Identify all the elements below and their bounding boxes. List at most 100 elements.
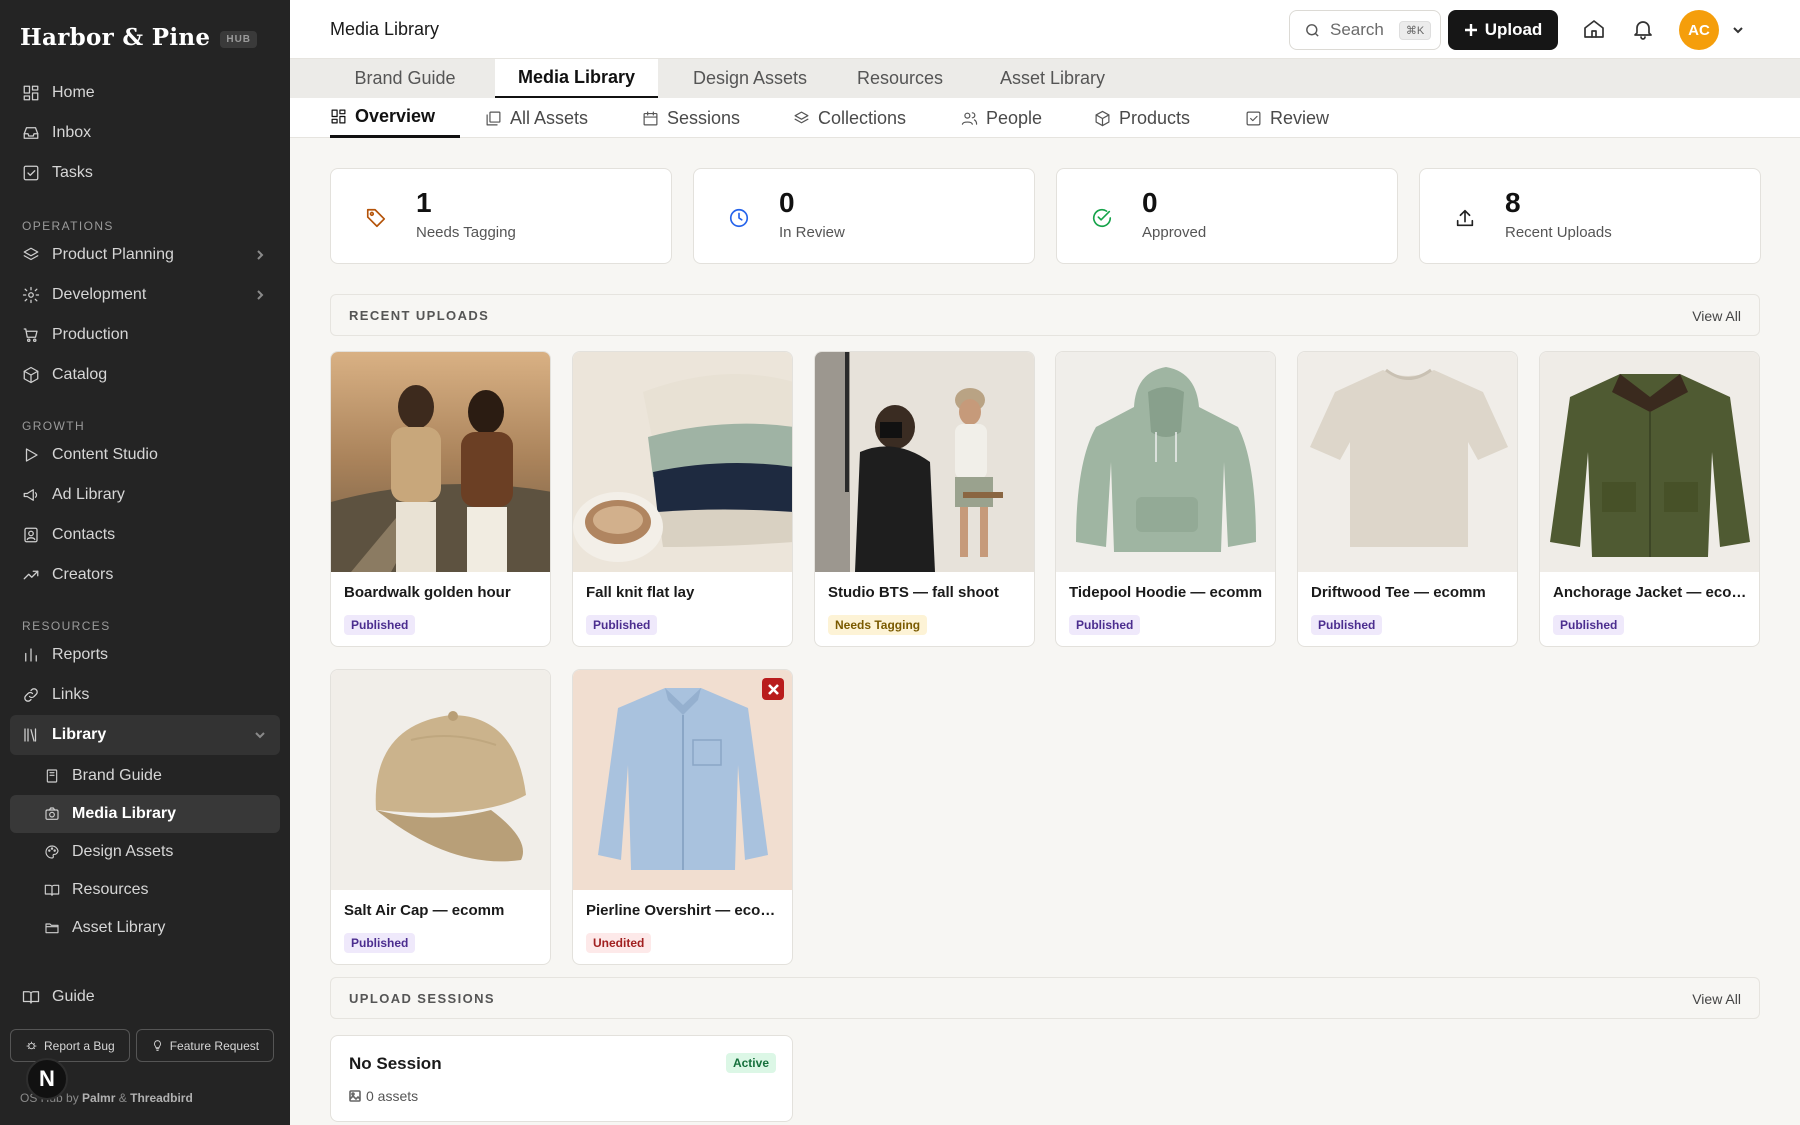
sidebar-subitem-label: Design Assets xyxy=(72,843,174,860)
top-bar: Media Library Search ⌘K Upload AC xyxy=(290,0,1800,59)
view-all-link[interactable]: View All xyxy=(1692,308,1741,324)
subtab-collections[interactable]: Collections xyxy=(793,98,906,138)
sidebar-item-catalog[interactable]: Catalog xyxy=(10,355,280,395)
sidebar-item-development[interactable]: Development xyxy=(10,275,280,315)
stat-card-needs-tagging[interactable]: 1 Needs Tagging xyxy=(330,168,672,264)
asset-card[interactable]: Salt Air Cap — ecomm Published xyxy=(330,669,551,965)
sidebar-subitem-media-library[interactable]: Media Library xyxy=(10,795,280,833)
report-bug-button[interactable]: Report a Bug xyxy=(10,1029,130,1062)
library-icon xyxy=(22,726,40,744)
stat-card-approved[interactable]: 0 Approved xyxy=(1056,168,1398,264)
tab-design-assets[interactable]: Design Assets xyxy=(675,59,825,98)
sidebar-item-label: Links xyxy=(52,686,90,703)
report-bug-label: Report a Bug xyxy=(44,1038,115,1053)
sidebar-subitem-asset-library[interactable]: Asset Library xyxy=(10,909,280,947)
sidebar-footer-buttons: Report a Bug Feature Request xyxy=(10,1029,275,1062)
sidebar-item-home[interactable]: Home xyxy=(10,73,280,113)
sidebar-item-ad-library[interactable]: Ad Library xyxy=(10,475,280,515)
home-icon[interactable] xyxy=(1582,17,1606,41)
tab-resources[interactable]: Resources xyxy=(840,59,960,98)
asset-card[interactable]: Pierline Overshirt — ecomm Unedited xyxy=(572,669,793,965)
avatar[interactable]: AC xyxy=(1679,10,1719,50)
asset-card[interactable]: Anchorage Jacket — ecomm Published xyxy=(1539,351,1760,647)
sidebar-item-label: Content Studio xyxy=(52,446,158,463)
clock-icon xyxy=(728,207,750,229)
contact-icon xyxy=(22,526,40,544)
dashboard-icon xyxy=(22,84,40,102)
view-all-link[interactable]: View All xyxy=(1692,991,1741,1007)
page-title: Media Library xyxy=(330,19,440,39)
image-icon xyxy=(349,1090,361,1102)
stat-card-in-review[interactable]: 0 In Review xyxy=(693,168,1035,264)
sidebar-item-library[interactable]: Library xyxy=(10,715,280,755)
sidebar-item-label: Development xyxy=(52,286,147,303)
asset-thumbnail xyxy=(1298,352,1517,572)
asset-card[interactable]: Boardwalk golden hour Published xyxy=(330,351,551,647)
library-tabs: Brand Guide Media Library Design Assets … xyxy=(290,59,1800,98)
tag-icon xyxy=(365,207,387,229)
session-card[interactable]: No Session Active 0 assets xyxy=(330,1035,793,1122)
sidebar-item-label: Ad Library xyxy=(52,486,125,503)
status-badge: Active xyxy=(725,1053,776,1073)
sub-tabs: Overview All Assets Sessions Collections… xyxy=(290,98,1800,138)
sidebar-item-content-studio[interactable]: Content Studio xyxy=(10,435,280,475)
checkbox-icon xyxy=(22,164,40,182)
asset-name: Anchorage Jacket — ecomm xyxy=(1553,584,1751,601)
subtab-label: All Assets xyxy=(510,107,589,128)
sidebar: Harbor & Pine HUB Home Inbox Tasks OPERA… xyxy=(0,0,290,1125)
status-badge: Published xyxy=(344,933,416,953)
subtab-label: Collections xyxy=(818,107,907,128)
subtab-label: Review xyxy=(1270,107,1330,128)
feature-request-button[interactable]: Feature Request xyxy=(135,1029,275,1062)
sidebar-subitem-brand-guide[interactable]: Brand Guide xyxy=(10,757,280,795)
asset-thumbnail xyxy=(331,670,550,890)
tab-media-library[interactable]: Media Library xyxy=(495,59,658,98)
upload-label: Upload xyxy=(1484,20,1543,39)
asset-card[interactable]: Tidepool Hoodie — ecomm Published xyxy=(1055,351,1276,647)
subtab-overview[interactable]: Overview xyxy=(330,98,460,138)
sidebar-item-links[interactable]: Links xyxy=(10,675,280,715)
inbox-icon xyxy=(22,124,40,142)
tab-brand-guide[interactable]: Brand Guide xyxy=(330,59,480,98)
subtab-review[interactable]: Review xyxy=(1245,98,1329,138)
status-badge: Published xyxy=(586,615,658,635)
subtab-all-assets[interactable]: All Assets xyxy=(485,98,588,138)
upload-button[interactable]: Upload xyxy=(1448,10,1558,50)
sidebar-item-creators[interactable]: Creators xyxy=(10,555,280,595)
sidebar-item-inbox[interactable]: Inbox xyxy=(10,113,280,153)
subtab-sessions[interactable]: Sessions xyxy=(642,98,740,138)
asset-card[interactable]: Fall knit flat lay Published xyxy=(572,351,793,647)
sidebar-item-product-planning[interactable]: Product Planning xyxy=(10,235,280,275)
asset-card[interactable]: Studio BTS — fall shoot Needs Tagging xyxy=(814,351,1035,647)
session-asset-count: 0 assets xyxy=(349,1088,418,1104)
stat-card-recent-uploads[interactable]: 8 Recent Uploads xyxy=(1419,168,1761,264)
status-badge: Published xyxy=(1553,615,1625,635)
n-floating-badge[interactable]: N xyxy=(26,1058,68,1100)
powered-threadbird-link[interactable]: Threadbird xyxy=(130,1091,193,1105)
sidebar-nav-top: Home Inbox Tasks xyxy=(10,73,280,193)
powered-palmr-link[interactable]: Palmr xyxy=(82,1091,115,1105)
sidebar-item-contacts[interactable]: Contacts xyxy=(10,515,280,555)
search-button[interactable]: Search ⌘K xyxy=(1289,10,1441,50)
brand[interactable]: Harbor & Pine HUB xyxy=(20,24,258,51)
remove-asset-button[interactable] xyxy=(762,678,784,700)
sidebar-item-tasks[interactable]: Tasks xyxy=(10,153,280,193)
subtab-label: People xyxy=(986,107,1043,128)
sidebar-item-reports[interactable]: Reports xyxy=(10,635,280,675)
asset-card[interactable]: Driftwood Tee — ecomm Published xyxy=(1297,351,1518,647)
tab-asset-library[interactable]: Asset Library xyxy=(980,59,1125,98)
bell-icon[interactable] xyxy=(1631,17,1655,41)
subtab-people[interactable]: People xyxy=(961,98,1042,138)
sidebar-item-label: Inbox xyxy=(52,124,92,141)
play-icon xyxy=(22,446,40,464)
sidebar-subitem-resources[interactable]: Resources xyxy=(10,871,280,909)
asset-name: Fall knit flat lay xyxy=(586,584,695,601)
sidebar-subitem-design-assets[interactable]: Design Assets xyxy=(10,833,280,871)
people-icon xyxy=(961,111,978,125)
section-label-resources: RESOURCES xyxy=(22,619,111,633)
sidebar-item-production[interactable]: Production xyxy=(10,315,280,355)
chevron-down-icon[interactable] xyxy=(1731,23,1745,37)
subtab-products[interactable]: Products xyxy=(1094,98,1190,138)
sidebar-item-guide[interactable]: Guide xyxy=(10,977,280,1017)
book-open-icon xyxy=(22,988,40,1006)
